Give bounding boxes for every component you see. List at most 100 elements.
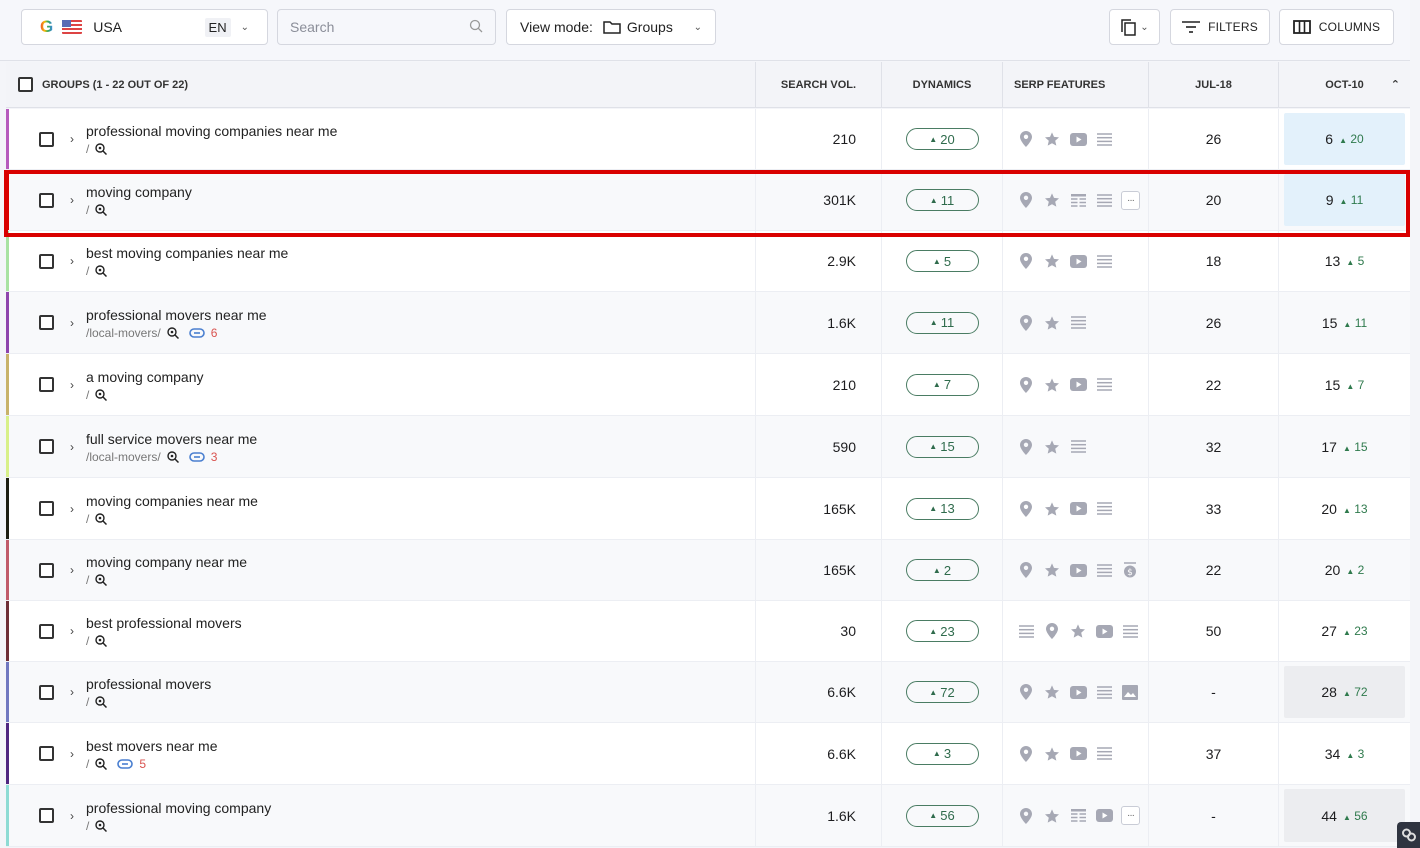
expand-chevron-icon[interactable]: › [70,254,74,268]
oct-position-box[interactable]: 28 ▲ 72 [1284,666,1405,718]
keyword-text[interactable]: moving company [86,183,192,201]
ranking-url[interactable]: / [86,512,89,526]
row-checkbox[interactable] [39,684,54,700]
expand-chevron-icon[interactable]: › [70,624,74,638]
row-checkbox[interactable] [39,377,54,392]
oct-position-box[interactable]: 27 ▲ 23 [1284,605,1405,657]
ranking-url[interactable]: /local-movers/ [86,326,161,340]
table-row[interactable]: › full service movers near me /local-mov… [6,416,1410,478]
backlinks-icon[interactable] [188,451,205,462]
keyword-text[interactable]: best professional movers [86,614,242,632]
oct-position-box[interactable]: 20 ▲ 2 [1284,544,1405,596]
backlinks-icon[interactable] [117,758,134,769]
ranking-url[interactable]: /local-movers/ [86,450,161,464]
scrollbar-track[interactable] [1410,0,1420,848]
ranking-url[interactable]: / [86,203,89,217]
search-input[interactable]: Search [277,9,496,45]
serp-lookup-icon[interactable] [95,143,108,155]
expand-chevron-icon[interactable]: › [70,563,74,577]
keyword-text[interactable]: best moving companies near me [86,244,288,262]
row-checkbox[interactable] [39,746,54,761]
view-mode-select[interactable]: View mode: Groups ⌄ [506,9,716,45]
expand-chevron-icon[interactable]: › [70,193,74,207]
dynamics-badge[interactable]: ▲ 56 [905,804,979,827]
ranking-url[interactable]: / [86,757,89,771]
ranking-url[interactable]: / [86,634,89,648]
oct-position-box[interactable]: 15 ▲ 11 [1284,296,1405,349]
table-row[interactable]: › a moving company / 210 ▲ 7 22 15 ▲ 7 [6,354,1410,416]
table-row[interactable]: › professional movers near me /local-mov… [6,292,1410,354]
dynamics-badge[interactable]: ▲ 23 [905,620,979,642]
serp-lookup-icon[interactable] [95,265,108,277]
keyword-text[interactable]: best movers near me [86,737,218,755]
dynamics-badge[interactable]: ▲ 20 [905,128,979,150]
keyword-text[interactable]: professional movers near me [86,306,267,324]
row-checkbox[interactable] [39,439,54,454]
oct-position-box[interactable]: 20 ▲ 13 [1284,482,1405,535]
ranking-url[interactable]: / [86,819,89,833]
oct-position-box[interactable]: 34 ▲ 3 [1284,727,1405,780]
expand-chevron-icon[interactable]: › [70,747,74,761]
table-row[interactable]: › best professional movers / 30 ▲ 23 50 2… [6,601,1410,662]
ranking-url[interactable]: / [86,695,89,709]
oct-position-box[interactable]: 6 ▲ 20 [1284,113,1405,165]
dynamics-badge[interactable]: ▲ 13 [905,497,979,520]
row-checkbox[interactable] [39,808,54,823]
header-serp-features[interactable]: SERP FEATURES [1003,62,1149,107]
dynamics-badge[interactable]: ▲ 3 [905,742,979,765]
row-checkbox[interactable] [39,315,54,330]
table-row[interactable]: › best moving companies near me / 2.9K ▲… [6,231,1410,292]
table-row[interactable]: › moving company near me / 165K ▲ 2 $ 22 … [6,540,1410,601]
oct-position-box[interactable]: 17 ▲ 15 [1284,420,1405,473]
dynamics-badge[interactable]: ▲ 7 [905,373,979,396]
keyword-text[interactable]: professional moving company [86,799,271,817]
select-all-checkbox[interactable] [18,77,33,92]
dynamics-badge[interactable]: ▲ 72 [905,681,979,703]
table-row[interactable]: › professional moving companies near me … [6,109,1410,170]
table-row[interactable]: › moving company / 301K ▲ 11 ··· 20 9 ▲ 1… [6,170,1410,231]
table-row[interactable]: › professional movers / 6.6K ▲ 72 - 28 ▲ … [6,662,1410,723]
filters-button[interactable]: FILTERS [1170,9,1270,45]
serp-lookup-icon[interactable] [95,635,108,647]
serp-lookup-icon[interactable] [95,388,108,401]
sort-ascending-icon[interactable]: ⌃ [1391,78,1400,91]
row-checkbox[interactable] [39,253,54,269]
dynamics-badge[interactable]: ▲ 2 [905,559,979,581]
header-oct-10[interactable]: OCT-10 ⌃ [1279,62,1410,107]
serp-lookup-icon[interactable] [95,204,108,216]
oct-position-box[interactable]: 9 ▲ 11 [1284,174,1405,226]
columns-button[interactable]: COLUMNS [1279,9,1394,45]
more-features-icon[interactable]: ··· [1121,806,1140,825]
keyword-text[interactable]: a moving company [86,368,204,386]
table-row[interactable]: › moving companies near me / 165K ▲ 13 33… [6,478,1410,540]
keyword-text[interactable]: moving company near me [86,553,247,571]
ranking-url[interactable]: / [86,573,89,587]
keyword-text[interactable]: professional moving companies near me [86,122,337,140]
dynamics-badge[interactable]: ▲ 15 [905,435,979,458]
serp-lookup-icon[interactable] [95,696,108,708]
expand-chevron-icon[interactable]: › [70,440,74,454]
location-selector[interactable]: G USA EN ⌄ [21,9,268,45]
expand-chevron-icon[interactable]: › [70,685,74,699]
dynamics-badge[interactable]: ▲ 11 [905,311,979,334]
copy-button[interactable]: ⌄ [1109,9,1160,45]
keyword-text[interactable]: moving companies near me [86,492,258,510]
row-checkbox[interactable] [39,501,54,516]
dynamics-badge[interactable]: ▲ 11 [905,189,979,211]
oct-position-box[interactable]: 44 ▲ 56 [1284,789,1405,842]
serp-lookup-icon[interactable] [95,819,108,832]
backlinks-icon[interactable] [188,327,205,338]
table-row[interactable]: › professional moving company / 1.6K ▲ 56… [6,785,1410,847]
ranking-url[interactable]: / [86,388,89,402]
serp-lookup-icon[interactable] [95,757,108,770]
link-helper-button[interactable] [1397,822,1420,848]
table-row[interactable]: › best movers near me / 5 6.6K ▲ 3 37 34 … [6,723,1410,785]
keyword-text[interactable]: full service movers near me [86,430,257,448]
row-checkbox[interactable] [39,131,54,147]
expand-chevron-icon[interactable]: › [70,378,74,392]
serp-lookup-icon[interactable] [95,512,108,525]
dynamics-badge[interactable]: ▲ 5 [905,250,979,272]
oct-position-box[interactable]: 15 ▲ 7 [1284,358,1405,411]
ranking-url[interactable]: / [86,142,89,156]
expand-chevron-icon[interactable]: › [70,316,74,330]
